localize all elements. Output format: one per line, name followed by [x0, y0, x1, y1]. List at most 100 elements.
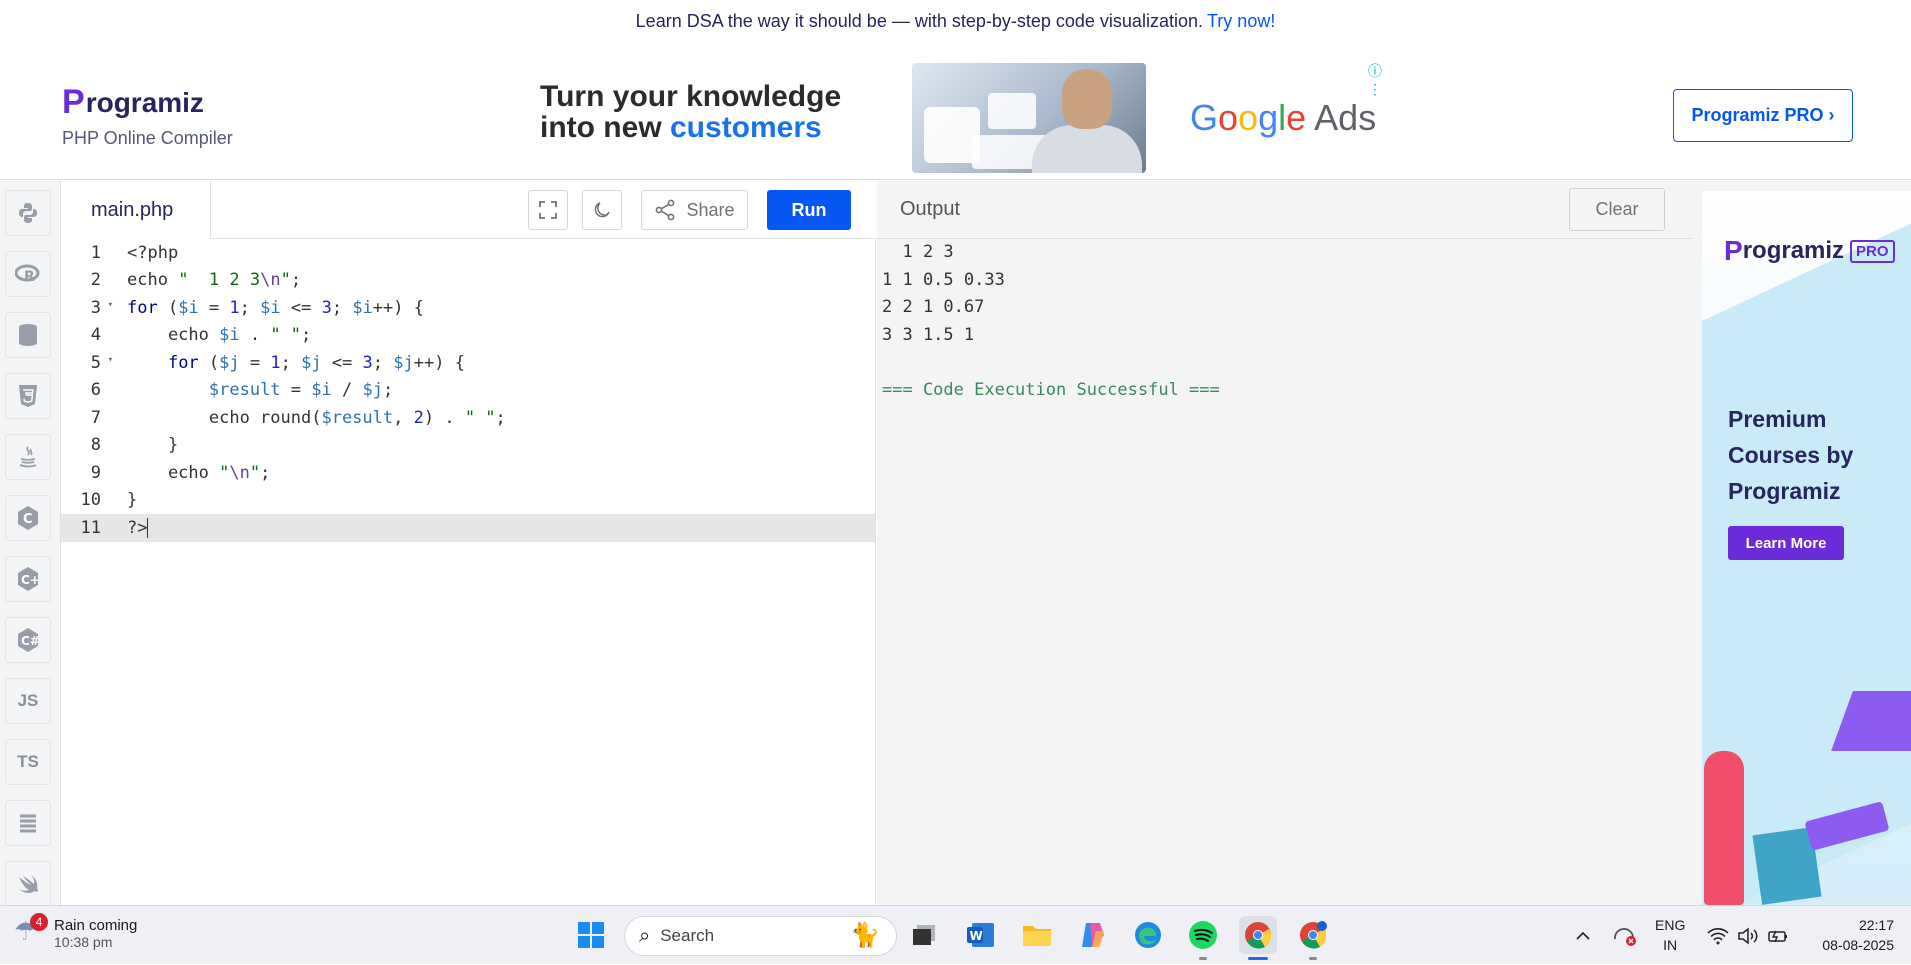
- chrome-icon-active[interactable]: [1239, 916, 1277, 954]
- logo-p: P: [62, 83, 85, 121]
- code-line: 5 ▾ for ($j = 1; $j <= 3; $j++) {: [90, 352, 465, 373]
- programiz-pro-button[interactable]: Programiz PRO ›: [1673, 89, 1853, 142]
- windows-start-icon[interactable]: [572, 916, 610, 954]
- go-icon[interactable]: [5, 800, 51, 846]
- clear-button[interactable]: Clear: [1569, 188, 1665, 231]
- ad-headline-highlight: customers: [670, 111, 822, 144]
- google-ads-logo: Google Ads: [1190, 97, 1377, 138]
- network-error-icon[interactable]: [1612, 906, 1638, 965]
- language-indicator[interactable]: ENG IN: [1655, 915, 1685, 955]
- weather-time: 10:38 pm: [54, 933, 113, 950]
- execution-status: === Code Execution Successful ===: [882, 379, 1220, 400]
- taskbar-search[interactable]: ⌕ Search 🐈: [624, 916, 897, 956]
- fullscreen-button[interactable]: [528, 190, 568, 230]
- code-area[interactable]: 1 <?php 2 echo " 1 2 3\n"; 3 ▾ for ($i = 1; …: [61, 239, 876, 905]
- umbrella-icon: ☂ 4: [14, 913, 48, 950]
- file-tab[interactable]: main.php: [61, 181, 211, 239]
- wifi-icon[interactable]: [1707, 906, 1729, 965]
- java-icon[interactable]: [5, 434, 51, 480]
- battery-icon[interactable]: [1767, 906, 1789, 965]
- active-indicator: [1248, 957, 1268, 960]
- dark-mode-button[interactable]: [582, 190, 622, 230]
- moon-icon: [594, 202, 610, 218]
- ts-icon[interactable]: TS: [5, 739, 51, 785]
- swift-icon[interactable]: [5, 861, 51, 907]
- svg-text:W: W: [970, 929, 983, 943]
- csharp-icon[interactable]: C#: [5, 617, 51, 663]
- output-title: Output: [900, 198, 961, 220]
- fullscreen-icon: [539, 201, 557, 219]
- output-line: 1 2 3: [882, 242, 954, 262]
- copilot-icon[interactable]: [1074, 916, 1112, 954]
- compiler-subtitle: PHP Online Compiler: [62, 128, 233, 148]
- code-line: 1 <?php: [90, 242, 179, 263]
- r-icon[interactable]: R: [5, 251, 51, 297]
- sql-icon[interactable]: [5, 312, 51, 358]
- python-icon[interactable]: [5, 190, 51, 236]
- cpp-icon[interactable]: C+: [5, 556, 51, 602]
- try-now-link[interactable]: Try now!: [1207, 11, 1275, 32]
- banner-text: Learn DSA the way it should be — with st…: [635, 11, 1203, 31]
- fold-arrow-icon[interactable]: ▾: [108, 355, 113, 365]
- code-line: 7 echo round($result, 2) . " ";: [90, 407, 506, 428]
- output-panel: Output Clear 1 2 3 1 1 0.5 0.33 2 2 1 0.…: [877, 181, 1692, 905]
- fold-arrow-icon[interactable]: ▾: [108, 300, 113, 310]
- svg-text:C+: C+: [21, 573, 40, 587]
- language-sidebar: R C C+ C# JS TS: [0, 181, 61, 907]
- code-line: 8 }: [90, 435, 179, 456]
- editor-toolbar: main.php Share Run: [61, 181, 876, 239]
- svg-text:C#: C#: [21, 634, 40, 648]
- google-ad-banner[interactable]: Turn your knowledge into new customers G…: [540, 61, 1382, 173]
- weather-widget[interactable]: ☂ 4 Rain coming 10:38 pm: [14, 913, 138, 950]
- ad-headline-line2: into new: [540, 111, 670, 144]
- code-line: 2 echo " 1 2 3\n";: [90, 270, 302, 291]
- code-line: 10}: [80, 490, 138, 511]
- svg-text:R: R: [24, 269, 35, 284]
- site-header: Programiz PHP Online Compiler Turn your …: [0, 43, 1911, 180]
- js-icon[interactable]: JS: [5, 678, 51, 724]
- ad-headline: Turn your knowledge into new customers: [540, 81, 841, 143]
- chevron-up-icon: [1576, 931, 1590, 940]
- output-line: 2 2 1 0.67: [882, 297, 985, 317]
- search-placeholder: Search: [660, 926, 715, 945]
- ad-headline-line1: Turn your knowledge: [540, 80, 842, 113]
- word-icon[interactable]: W: [962, 916, 1000, 954]
- file-explorer-icon[interactable]: [1018, 916, 1056, 954]
- pro-badge: PRO: [1850, 239, 1895, 263]
- ad-info-icon[interactable]: ⓘ ⋮: [1368, 61, 1382, 98]
- run-button[interactable]: Run: [767, 190, 851, 230]
- student-illustration: [1704, 751, 1744, 905]
- side-ad-panel: Programiz PRO Premium Courses by Programi…: [1702, 191, 1911, 905]
- side-ad[interactable]: Programiz PRO Premium Courses by Programi…: [1692, 181, 1911, 905]
- output-console: 1 2 3 1 1 0.5 0.33 2 2 1 0.67 3 3 1.5 1 …: [882, 239, 1220, 404]
- html5-icon[interactable]: [5, 373, 51, 419]
- show-hidden-icons[interactable]: [1575, 906, 1591, 965]
- svg-text:C: C: [23, 512, 33, 527]
- output-line: 3 3 1.5 1: [882, 324, 975, 345]
- c-icon[interactable]: C: [5, 495, 51, 541]
- output-header: Output Clear: [877, 181, 1692, 239]
- edge-icon[interactable]: [1129, 916, 1167, 954]
- chrome-profile-icon[interactable]: [1294, 916, 1332, 954]
- weather-badge: 4: [30, 913, 48, 931]
- learn-more-button[interactable]: Learn More: [1728, 526, 1844, 560]
- code-line: 9 echo "\n";: [90, 462, 271, 483]
- code-line: 3 ▾ for ($i = 1; $i <= 3; $i++) {: [90, 297, 424, 318]
- top-banner: Learn DSA the way it should be — with st…: [0, 0, 1911, 43]
- ad-photo: [912, 63, 1146, 173]
- spotify-icon[interactable]: [1184, 916, 1222, 954]
- output-line: 1 1 0.5 0.33: [882, 269, 1005, 290]
- share-icon: [656, 199, 675, 221]
- system-clock[interactable]: 22:17 08-08-2025: [1800, 915, 1894, 955]
- side-ad-heading: Premium Courses by Programiz: [1728, 406, 1854, 504]
- running-indicator: [1309, 957, 1317, 960]
- code-line: 6 $result = $i / $j;: [90, 380, 394, 401]
- programiz-logo[interactable]: Programiz PHP Online Compiler: [62, 83, 233, 149]
- code-editor-panel: main.php Share Run 1 <?php 2 echo " 1 2 3\…: [61, 181, 876, 905]
- running-indicator: [1199, 957, 1207, 960]
- share-button[interactable]: Share: [641, 190, 748, 230]
- volume-icon[interactable]: [1737, 906, 1759, 965]
- task-view-icon[interactable]: [905, 916, 943, 954]
- weather-title: Rain coming: [54, 916, 138, 934]
- text-cursor: [147, 517, 149, 538]
